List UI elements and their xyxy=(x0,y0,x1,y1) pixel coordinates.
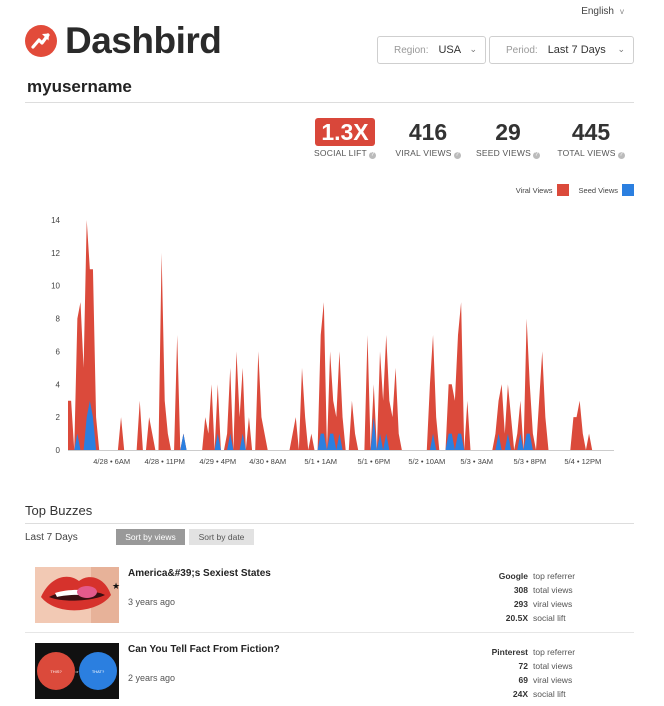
legend-item-seed[interactable]: Seed Views xyxy=(579,184,634,196)
chevron-down-icon: ⌄ xyxy=(469,44,477,54)
x-tick-label: 5/3 • 3AM xyxy=(460,457,493,466)
stat-seed-views: 29 SEED VIEWS? xyxy=(476,118,540,159)
legend-label: Viral Views xyxy=(515,185,553,195)
help-icon[interactable]: ? xyxy=(617,152,625,159)
y-tick-label: 12 xyxy=(51,249,60,258)
brand-logo[interactable]: Dashbird xyxy=(25,20,222,61)
referrer-value: Google xyxy=(498,571,528,581)
chevron-down-icon: v xyxy=(620,7,624,16)
referrer-label: top referrer xyxy=(533,571,576,581)
x-tick-label: 5/1 • 6PM xyxy=(357,457,390,466)
y-tick-label: 10 xyxy=(51,282,60,291)
referrer-label: top referrer xyxy=(533,647,576,657)
help-icon[interactable]: ? xyxy=(368,152,376,159)
x-tick-label: 5/2 • 10AM xyxy=(408,457,445,466)
y-tick-label: 0 xyxy=(56,446,61,455)
sort-by-date-button[interactable]: Sort by date xyxy=(189,529,254,545)
x-tick-label: 5/1 • 1AM xyxy=(304,457,337,466)
period-label: Period: xyxy=(506,44,538,56)
social-lift-value: 24X xyxy=(512,689,528,699)
divider xyxy=(25,632,634,633)
star-icon: ★ xyxy=(112,581,121,591)
viral-views-value: 416 xyxy=(408,119,448,145)
social-lift-label: social lift xyxy=(533,613,566,623)
x-tick-label: 4/28 • 6AM xyxy=(93,457,130,466)
help-icon[interactable]: ? xyxy=(532,152,540,159)
views-area-chart: 0 2 4 6 8 10 12 14 4/28 • 6AM 4/28 • 11PM 4/29 • 4… xyxy=(51,216,614,466)
x-tick-label: 4/29 • 4PM xyxy=(199,457,236,466)
buzz-age: 3 years ago xyxy=(128,597,176,607)
trend-arrow-icon xyxy=(25,24,57,57)
region-label: Region: xyxy=(394,44,429,56)
legend-swatch xyxy=(622,184,634,196)
seed-views-label: SEED VIEWS xyxy=(476,148,531,158)
buzz-title[interactable]: America&#39;s Sexiest States xyxy=(128,568,271,579)
legend-swatch xyxy=(556,184,569,196)
viral-views-value: 293 xyxy=(513,599,528,609)
viral-views-label: VIRAL VIEWS xyxy=(395,148,452,158)
legend-label: Seed Views xyxy=(578,185,618,195)
viral-views-label: viral views xyxy=(533,599,573,609)
stat-total-views: 445 TOTAL VIEWS? xyxy=(555,118,627,159)
buzz-age: 2 years ago xyxy=(128,673,176,683)
buzz-thumbnail[interactable]: THIS? or THAT? xyxy=(35,643,119,699)
buzz-item[interactable]: ★ America&#39;s Sexiest States 3 years a… xyxy=(35,567,635,627)
thumb-label-right: THAT? xyxy=(92,669,105,674)
total-views-label: total views xyxy=(533,661,573,671)
page-title: myusername xyxy=(27,77,132,96)
y-tick-label: 14 xyxy=(51,216,60,225)
x-tick-label: 5/4 • 12PM xyxy=(564,457,601,466)
viral-views-value: 69 xyxy=(518,675,528,685)
legend-item-viral[interactable]: Viral Views xyxy=(516,184,569,196)
social-lift-label: SOCIAL LIFT xyxy=(314,148,367,158)
social-lift-value: 1.3X xyxy=(315,118,375,146)
section-title: Top Buzzes xyxy=(25,503,93,518)
total-views-label: TOTAL VIEWS xyxy=(557,148,616,158)
region-select[interactable]: Region: USA ⌄ xyxy=(377,36,486,64)
sort-by-views-button[interactable]: Sort by views xyxy=(116,529,185,545)
social-lift-value: 20.5X xyxy=(505,613,528,623)
divider xyxy=(25,523,634,524)
y-tick-label: 2 xyxy=(56,413,61,422)
seed-views-value: 29 xyxy=(495,119,521,145)
stat-viral-views: 416 VIRAL VIEWS? xyxy=(392,118,464,159)
x-tick-label: 4/28 • 11PM xyxy=(145,457,185,466)
y-tick-label: 8 xyxy=(56,315,61,324)
social-lift-label: social lift xyxy=(533,689,566,699)
total-views-value: 308 xyxy=(513,585,528,595)
total-views-label: total views xyxy=(533,585,573,595)
region-value: USA xyxy=(438,44,462,56)
chart-legend: Viral Views Seed Views xyxy=(516,184,634,196)
language-selector[interactable]: English v xyxy=(581,6,624,17)
buzz-metrics: Google top referrer 308 total views 293 vir… xyxy=(473,569,593,625)
help-icon[interactable]: ? xyxy=(453,152,461,159)
brand-name: Dashbird xyxy=(65,20,222,61)
buzz-title[interactable]: Can You Tell Fact From Fiction? xyxy=(128,644,280,655)
referrer-value: Pinterest xyxy=(491,647,528,657)
language-label: English xyxy=(581,6,614,17)
y-tick-label: 4 xyxy=(56,380,61,389)
buzz-metrics: Pinterest top referrer 72 total views 69 vi… xyxy=(473,645,593,701)
total-views-value: 445 xyxy=(571,119,611,145)
stat-social-lift: 1.3X SOCIAL LIFT? xyxy=(314,118,376,159)
x-tick-label: 5/3 • 8PM xyxy=(513,457,546,466)
y-tick-label: 6 xyxy=(56,347,61,356)
buzz-item[interactable]: THIS? or THAT? Can You Tell Fact From Fi… xyxy=(35,643,635,703)
divider xyxy=(25,102,634,103)
chevron-down-icon: ⌄ xyxy=(617,44,625,54)
x-tick-label: 4/30 • 8AM xyxy=(249,457,286,466)
viral-views-label: viral views xyxy=(533,675,573,685)
period-value: Last 7 Days xyxy=(547,44,606,56)
thumb-label-left: THIS? xyxy=(50,669,62,674)
viral-views-area[interactable] xyxy=(68,220,614,450)
total-views-value: 72 xyxy=(518,661,528,671)
buzz-thumbnail[interactable] xyxy=(35,567,119,623)
period-select[interactable]: Period: Last 7 Days ⌄ xyxy=(489,36,634,64)
buzz-period-label: Last 7 Days xyxy=(25,532,78,543)
